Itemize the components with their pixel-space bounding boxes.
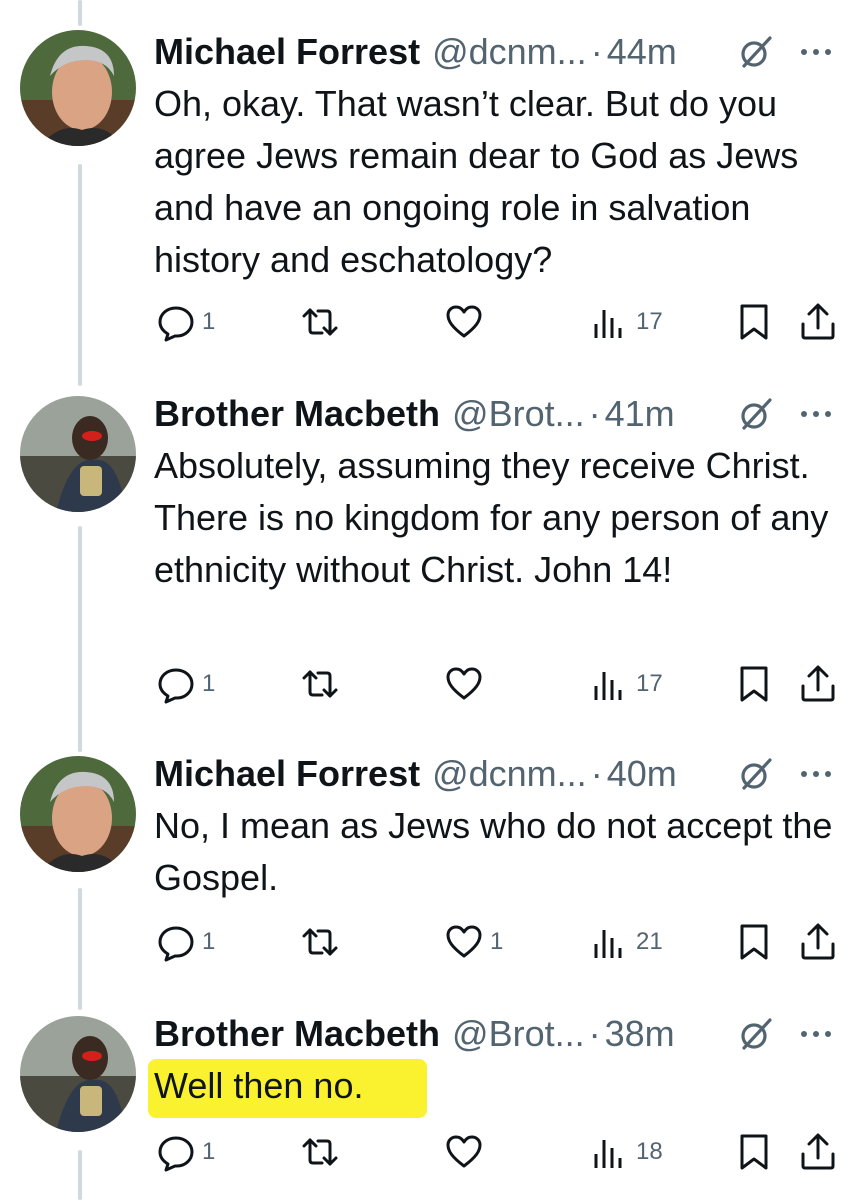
share-button[interactable] bbox=[798, 300, 838, 344]
bookmark-button[interactable] bbox=[734, 1130, 774, 1174]
bookmark-button[interactable] bbox=[734, 920, 774, 964]
views-button[interactable]: 17 bbox=[590, 662, 663, 706]
views-button[interactable]: 21 bbox=[590, 920, 663, 964]
bookmark-icon bbox=[740, 304, 768, 340]
timestamp[interactable]: 38m bbox=[605, 1012, 675, 1056]
reply-count: 1 bbox=[202, 1138, 216, 1165]
more-icon[interactable] bbox=[796, 396, 836, 432]
heart-icon bbox=[446, 305, 482, 338]
reply-icon bbox=[158, 926, 194, 962]
reply-button[interactable]: 1 bbox=[156, 1130, 215, 1174]
views-icon bbox=[594, 1140, 622, 1168]
more-icon[interactable] bbox=[796, 34, 836, 70]
retweet-icon bbox=[302, 928, 338, 956]
reply-button[interactable]: 1 bbox=[156, 920, 215, 964]
retweet-icon bbox=[302, 1138, 338, 1166]
grok-icon[interactable] bbox=[738, 396, 774, 432]
like-button[interactable]: 1 bbox=[444, 920, 503, 964]
tweet[interactable]: Brother Macbeth @Brot... · 38m Well then… bbox=[0, 1012, 858, 1200]
action-bar: 1 18 bbox=[154, 1130, 844, 1174]
bookmark-button[interactable] bbox=[734, 300, 774, 344]
like-button[interactable] bbox=[444, 1130, 490, 1174]
retweet-button[interactable] bbox=[300, 300, 346, 344]
views-button[interactable]: 17 bbox=[590, 300, 663, 344]
avatar[interactable] bbox=[20, 1016, 136, 1132]
retweet-button[interactable] bbox=[300, 662, 346, 706]
view-count: 17 bbox=[636, 308, 663, 335]
tweet-text: Oh, okay. That wasn’t clear. But do you … bbox=[154, 83, 799, 280]
view-count: 17 bbox=[636, 670, 663, 697]
action-bar: 1 1 21 bbox=[154, 920, 844, 964]
share-icon bbox=[801, 923, 835, 960]
separator: · bbox=[588, 1013, 601, 1054]
author-handle[interactable]: @Brot... bbox=[452, 392, 585, 436]
share-icon bbox=[801, 1133, 835, 1170]
reply-count: 1 bbox=[202, 928, 216, 955]
reply-icon bbox=[158, 306, 194, 342]
timestamp[interactable]: 41m bbox=[605, 392, 675, 436]
author-handle[interactable]: @dcnm... bbox=[432, 30, 587, 74]
reply-button[interactable]: 1 bbox=[156, 300, 215, 344]
author-name[interactable]: Brother Macbeth bbox=[154, 392, 440, 436]
view-count: 18 bbox=[636, 1138, 663, 1165]
bookmark-icon bbox=[740, 666, 768, 702]
view-count: 21 bbox=[636, 928, 663, 955]
retweet-button[interactable] bbox=[300, 1130, 346, 1174]
more-icon[interactable] bbox=[796, 756, 836, 792]
action-bar: 1 17 bbox=[154, 662, 844, 706]
reply-count: 1 bbox=[202, 308, 216, 335]
tweet-text: No, I mean as Jews who do not accept the… bbox=[154, 805, 833, 898]
separator: · bbox=[588, 393, 601, 434]
tweet[interactable]: Michael Forrest @dcnm... · 40m No, I mea… bbox=[0, 752, 858, 982]
reply-icon bbox=[158, 668, 194, 704]
author-name[interactable]: Michael Forrest bbox=[154, 30, 420, 74]
author-name[interactable]: Brother Macbeth bbox=[154, 1012, 440, 1056]
heart-icon bbox=[446, 925, 482, 958]
like-button[interactable] bbox=[444, 300, 490, 344]
reply-icon bbox=[158, 1136, 194, 1172]
tweet[interactable]: Michael Forrest @dcnm... · 44m Oh, okay.… bbox=[0, 30, 858, 360]
share-button[interactable] bbox=[798, 920, 838, 964]
tweet-text: Absolutely, assuming they receive Christ… bbox=[154, 445, 829, 590]
tweet[interactable]: Brother Macbeth @Brot... · 41m Absolutel… bbox=[0, 392, 858, 722]
bookmark-button[interactable] bbox=[734, 662, 774, 706]
bookmark-icon bbox=[740, 924, 768, 960]
share-button[interactable] bbox=[798, 1130, 838, 1174]
reply-button[interactable]: 1 bbox=[156, 662, 215, 706]
grok-icon[interactable] bbox=[738, 34, 774, 70]
retweet-icon bbox=[302, 670, 338, 698]
avatar[interactable] bbox=[20, 756, 136, 872]
views-icon bbox=[594, 310, 622, 338]
heart-icon bbox=[446, 667, 482, 700]
retweet-icon bbox=[302, 308, 338, 336]
grok-icon[interactable] bbox=[738, 756, 774, 792]
timestamp[interactable]: 44m bbox=[607, 30, 677, 74]
share-icon bbox=[801, 303, 835, 340]
views-icon bbox=[594, 930, 622, 958]
avatar[interactable] bbox=[20, 30, 136, 146]
action-bar: 1 17 bbox=[154, 300, 844, 344]
views-icon bbox=[594, 672, 622, 700]
retweet-button[interactable] bbox=[300, 920, 346, 964]
share-icon bbox=[801, 665, 835, 702]
like-count: 1 bbox=[490, 928, 504, 955]
like-button[interactable] bbox=[444, 662, 490, 706]
reply-count: 1 bbox=[202, 670, 216, 697]
timestamp[interactable]: 40m bbox=[607, 752, 677, 796]
separator: · bbox=[590, 753, 603, 794]
thread-line bbox=[78, 0, 82, 26]
views-button[interactable]: 18 bbox=[590, 1130, 663, 1174]
tweet-text: Well then no. bbox=[152, 1063, 424, 1114]
separator: · bbox=[590, 31, 603, 72]
avatar[interactable] bbox=[20, 396, 136, 512]
more-icon[interactable] bbox=[796, 1016, 836, 1052]
grok-icon[interactable] bbox=[738, 1016, 774, 1052]
author-handle[interactable]: @dcnm... bbox=[432, 752, 587, 796]
author-name[interactable]: Michael Forrest bbox=[154, 752, 420, 796]
author-handle[interactable]: @Brot... bbox=[452, 1012, 585, 1056]
share-button[interactable] bbox=[798, 662, 838, 706]
heart-icon bbox=[446, 1135, 482, 1168]
bookmark-icon bbox=[740, 1134, 768, 1170]
